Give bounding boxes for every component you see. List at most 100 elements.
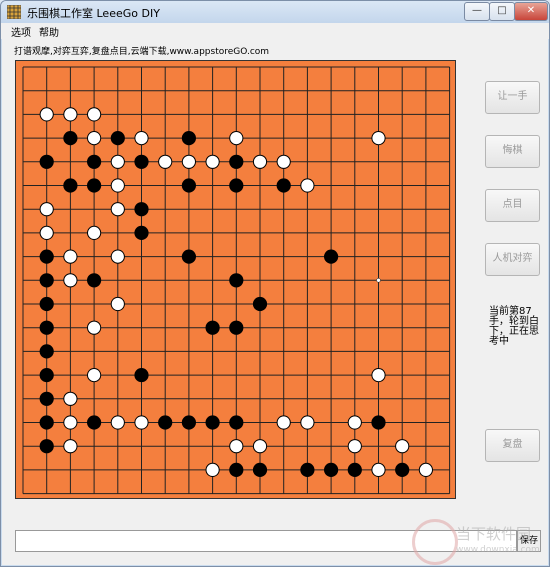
black-stone[interactable] bbox=[39, 344, 54, 359]
black-stone[interactable] bbox=[181, 249, 196, 264]
white-stone[interactable] bbox=[229, 439, 244, 454]
white-stone[interactable] bbox=[205, 462, 220, 477]
white-stone[interactable] bbox=[63, 439, 78, 454]
black-stone[interactable] bbox=[39, 368, 54, 383]
black-stone[interactable] bbox=[134, 368, 149, 383]
black-stone[interactable] bbox=[181, 178, 196, 193]
white-stone[interactable] bbox=[87, 131, 102, 146]
ai-play-button[interactable]: 人机对弈 bbox=[485, 243, 540, 276]
black-stone[interactable] bbox=[134, 154, 149, 169]
white-stone[interactable] bbox=[63, 273, 78, 288]
white-stone[interactable] bbox=[252, 439, 268, 454]
white-stone[interactable] bbox=[87, 107, 102, 122]
white-stone[interactable] bbox=[300, 178, 315, 193]
white-stone[interactable] bbox=[110, 154, 125, 169]
black-stone[interactable] bbox=[39, 439, 54, 454]
white-stone[interactable] bbox=[39, 107, 54, 122]
black-stone[interactable] bbox=[39, 320, 54, 335]
white-stone[interactable] bbox=[87, 368, 102, 383]
black-stone[interactable] bbox=[205, 415, 220, 430]
black-stone[interactable] bbox=[229, 415, 244, 430]
white-stone[interactable] bbox=[110, 202, 125, 217]
black-stone[interactable] bbox=[110, 131, 125, 146]
white-stone[interactable] bbox=[418, 462, 433, 477]
white-stone[interactable] bbox=[110, 178, 125, 193]
white-stone[interactable] bbox=[205, 154, 220, 169]
white-stone[interactable] bbox=[110, 296, 125, 312]
window-title: 乐围棋工作室 LeeeGo DIY bbox=[27, 7, 160, 20]
white-stone[interactable] bbox=[87, 320, 102, 335]
status-text: 当前第87手，轮到白下，正在思考中 bbox=[489, 306, 539, 347]
white-stone[interactable] bbox=[371, 462, 386, 477]
white-stone[interactable] bbox=[63, 107, 78, 122]
black-stone[interactable] bbox=[300, 462, 315, 477]
go-board[interactable] bbox=[15, 60, 456, 499]
black-stone[interactable] bbox=[39, 273, 54, 288]
black-stone[interactable] bbox=[229, 462, 244, 477]
black-stone[interactable] bbox=[252, 462, 268, 477]
white-stone[interactable] bbox=[134, 131, 149, 146]
white-stone[interactable] bbox=[110, 249, 125, 264]
white-stone[interactable] bbox=[63, 249, 78, 264]
black-stone[interactable] bbox=[229, 273, 244, 288]
review-button[interactable]: 复盘 bbox=[485, 429, 540, 462]
black-stone[interactable] bbox=[229, 178, 244, 193]
black-stone[interactable] bbox=[347, 462, 362, 477]
client-area: 打谱观摩,对弈互弈,复盘点目,云端下载,www.appstoreGO.com 让… bbox=[2, 39, 548, 565]
white-stone[interactable] bbox=[371, 131, 386, 146]
count-button[interactable]: 点目 bbox=[485, 189, 540, 222]
close-button[interactable]: ✕ bbox=[514, 2, 548, 21]
black-stone[interactable] bbox=[39, 415, 54, 430]
black-stone[interactable] bbox=[39, 296, 54, 312]
black-stone[interactable] bbox=[324, 462, 339, 477]
white-stone[interactable] bbox=[87, 225, 102, 240]
white-stone[interactable] bbox=[276, 415, 291, 430]
black-stone[interactable] bbox=[87, 273, 102, 288]
black-stone[interactable] bbox=[371, 415, 386, 430]
undo-button[interactable]: 悔棋 bbox=[485, 135, 540, 168]
minimize-button[interactable]: — bbox=[464, 2, 490, 21]
white-stone[interactable] bbox=[63, 391, 78, 406]
white-stone[interactable] bbox=[229, 131, 244, 146]
white-stone[interactable] bbox=[110, 415, 125, 430]
white-stone[interactable] bbox=[252, 154, 268, 169]
black-stone[interactable] bbox=[276, 178, 291, 193]
black-stone[interactable] bbox=[181, 131, 196, 146]
white-stone[interactable] bbox=[63, 415, 78, 430]
white-stone[interactable] bbox=[39, 202, 54, 217]
board-grid[interactable] bbox=[16, 61, 455, 498]
black-stone[interactable] bbox=[181, 415, 196, 430]
black-stone[interactable] bbox=[395, 462, 410, 477]
black-stone[interactable] bbox=[87, 415, 102, 430]
black-stone[interactable] bbox=[134, 225, 149, 240]
white-stone[interactable] bbox=[39, 225, 54, 240]
white-stone[interactable] bbox=[158, 154, 173, 169]
black-stone[interactable] bbox=[229, 154, 244, 169]
white-stone[interactable] bbox=[181, 154, 196, 169]
white-stone[interactable] bbox=[371, 368, 386, 383]
black-stone[interactable] bbox=[252, 296, 268, 312]
black-stone[interactable] bbox=[158, 415, 173, 430]
black-stone[interactable] bbox=[324, 249, 339, 264]
white-stone[interactable] bbox=[276, 154, 291, 169]
black-stone[interactable] bbox=[63, 178, 78, 193]
black-stone[interactable] bbox=[205, 320, 220, 335]
black-stone[interactable] bbox=[39, 391, 54, 406]
black-stone[interactable] bbox=[63, 131, 78, 146]
black-stone[interactable] bbox=[134, 202, 149, 217]
black-stone[interactable] bbox=[87, 154, 102, 169]
menu-help[interactable]: 帮助 bbox=[39, 24, 59, 39]
maximize-button[interactable]: □ bbox=[489, 2, 515, 21]
white-stone[interactable] bbox=[134, 415, 149, 430]
black-stone[interactable] bbox=[229, 320, 244, 335]
white-stone[interactable] bbox=[347, 439, 362, 454]
black-stone[interactable] bbox=[87, 178, 102, 193]
white-stone[interactable] bbox=[300, 415, 315, 430]
menu-options[interactable]: 选项 bbox=[11, 24, 31, 39]
pass-button[interactable]: 让一手 bbox=[485, 81, 540, 114]
watermark-url: www.downxia.com bbox=[456, 545, 540, 555]
white-stone[interactable] bbox=[395, 439, 410, 454]
black-stone[interactable] bbox=[39, 154, 54, 169]
black-stone[interactable] bbox=[39, 249, 54, 264]
white-stone[interactable] bbox=[347, 415, 362, 430]
